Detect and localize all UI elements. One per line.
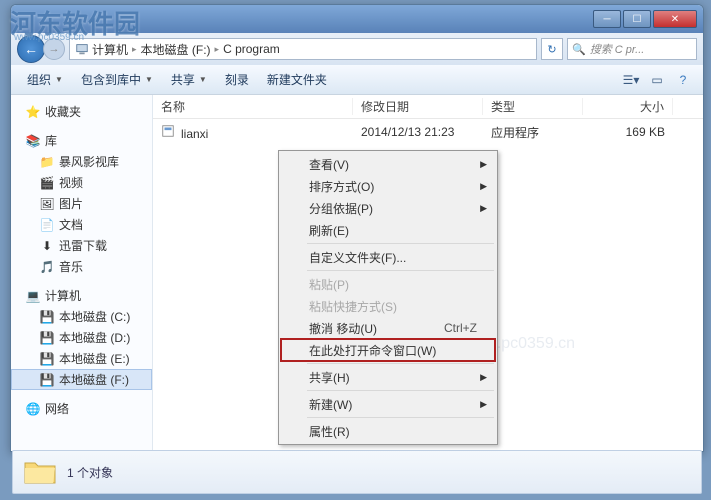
ctx-group[interactable]: 分组依据(P)▶ xyxy=(281,197,495,219)
document-icon: 📄 xyxy=(39,217,55,233)
drive-icon: 💾 xyxy=(39,351,55,367)
drive-icon: 💾 xyxy=(39,372,55,388)
sidebar-item-downloads[interactable]: ⬇迅雷下载 xyxy=(11,235,152,256)
ctx-undo[interactable]: 撤消 移动(U)Ctrl+Z xyxy=(281,317,495,339)
share-button[interactable]: 共享▼ xyxy=(163,69,215,90)
folder-icon: 📁 xyxy=(39,154,55,170)
nav-buttons: ← → xyxy=(17,35,65,63)
sidebar-item-videos[interactable]: 🎬视频 xyxy=(11,172,152,193)
star-icon: ⭐ xyxy=(25,104,41,120)
titlebar[interactable]: ─ ☐ ✕ xyxy=(11,5,703,33)
ctx-open-cmd-here[interactable]: 在此处打开命令窗口(W) xyxy=(281,339,495,361)
sidebar-item-video-lib[interactable]: 📁暴风影视库 xyxy=(11,151,152,172)
view-options-button[interactable]: ☰▾ xyxy=(619,69,643,91)
arrow-right-icon: ▶ xyxy=(480,372,487,383)
ctx-paste: 粘贴(P) xyxy=(281,273,495,295)
preview-pane-button[interactable]: ▭ xyxy=(645,69,669,91)
ctx-new[interactable]: 新建(W)▶ xyxy=(281,393,495,415)
ctx-customize[interactable]: 自定义文件夹(F)... xyxy=(281,246,495,268)
organize-button[interactable]: 组织▼ xyxy=(19,69,71,90)
file-name: lianxi xyxy=(181,127,208,141)
ctx-properties[interactable]: 属性(R) xyxy=(281,420,495,442)
sidebar-item-music[interactable]: 🎵音乐 xyxy=(11,256,152,277)
status-bar: 1 个对象 xyxy=(12,450,702,494)
ctx-separator xyxy=(307,417,494,418)
search-placeholder: 搜索 C pr... xyxy=(590,41,645,57)
sidebar-favorites[interactable]: ⭐收藏夹 xyxy=(11,101,152,122)
sidebar-libraries[interactable]: 📚库 xyxy=(11,130,152,151)
file-row[interactable]: lianxi 2014/12/13 21:23 应用程序 169 KB xyxy=(153,119,703,141)
computer-icon xyxy=(74,41,90,57)
folder-icon xyxy=(23,457,57,487)
col-date[interactable]: 修改日期 xyxy=(353,98,483,115)
col-name[interactable]: 名称 xyxy=(153,98,353,115)
crumb-computer[interactable]: 计算机 xyxy=(92,41,128,58)
drive-icon: 💾 xyxy=(39,309,55,325)
ctx-sort[interactable]: 排序方式(O)▶ xyxy=(281,175,495,197)
ctx-separator xyxy=(307,270,494,271)
arrow-right-icon: ▶ xyxy=(480,181,487,192)
forward-button[interactable]: → xyxy=(43,38,65,60)
ctx-separator xyxy=(307,390,494,391)
window-controls: ─ ☐ ✕ xyxy=(593,10,697,28)
minimize-button[interactable]: ─ xyxy=(593,10,621,28)
ctx-shortcut: Ctrl+Z xyxy=(444,321,477,335)
search-input[interactable]: 🔍 搜索 C pr... xyxy=(567,38,697,60)
column-header: 名称 修改日期 类型 大小 xyxy=(153,95,703,119)
picture-icon: 🖼 xyxy=(39,196,55,212)
maximize-button[interactable]: ☐ xyxy=(623,10,651,28)
context-menu: 查看(V)▶ 排序方式(O)▶ 分组依据(P)▶ 刷新(E) 自定义文件夹(F)… xyxy=(278,150,498,445)
ctx-share[interactable]: 共享(H)▶ xyxy=(281,366,495,388)
status-count: 1 个对象 xyxy=(67,464,113,481)
navigation-sidebar: ⭐收藏夹 📚库 📁暴风影视库 🎬视频 🖼图片 📄文档 ⬇迅雷下载 🎵音乐 💻计算… xyxy=(11,95,153,451)
ctx-separator xyxy=(307,243,494,244)
close-button[interactable]: ✕ xyxy=(653,10,697,28)
sidebar-drive-f[interactable]: 💾本地磁盘 (F:) xyxy=(11,369,152,390)
arrow-right-icon: ▶ xyxy=(480,399,487,410)
address-bar: ← → 计算机 ▸ 本地磁盘 (F:) ▸ C program ↻ 🔍 搜索 C… xyxy=(11,33,703,65)
crumb-drive[interactable]: 本地磁盘 (F:) xyxy=(141,41,211,58)
arrow-right-icon: ▶ xyxy=(480,203,487,214)
col-type[interactable]: 类型 xyxy=(483,98,583,115)
file-size: 169 KB xyxy=(583,125,673,139)
exe-icon xyxy=(161,124,177,140)
help-button[interactable]: ? xyxy=(671,69,695,91)
sidebar-computer[interactable]: 💻计算机 xyxy=(11,285,152,306)
sidebar-network[interactable]: 🌐网络 xyxy=(11,398,152,419)
new-folder-button[interactable]: 新建文件夹 xyxy=(259,69,335,90)
burn-button[interactable]: 刻录 xyxy=(217,69,257,90)
network-icon: 🌐 xyxy=(25,401,41,417)
computer-icon: 💻 xyxy=(25,288,41,304)
sidebar-item-documents[interactable]: 📄文档 xyxy=(11,214,152,235)
sidebar-item-pictures[interactable]: 🖼图片 xyxy=(11,193,152,214)
ctx-paste-shortcut: 粘贴快捷方式(S) xyxy=(281,295,495,317)
col-size[interactable]: 大小 xyxy=(583,98,673,115)
file-type: 应用程序 xyxy=(483,124,583,141)
library-icon: 📚 xyxy=(25,133,41,149)
include-library-button[interactable]: 包含到库中▼ xyxy=(73,69,161,90)
sidebar-drive-c[interactable]: 💾本地磁盘 (C:) xyxy=(11,306,152,327)
file-date: 2014/12/13 21:23 xyxy=(353,125,483,139)
search-icon: 🔍 xyxy=(572,43,586,56)
back-button[interactable]: ← xyxy=(17,35,45,63)
sidebar-drive-d[interactable]: 💾本地磁盘 (D:) xyxy=(11,327,152,348)
crumb-sep-icon: ▸ xyxy=(132,44,137,55)
refresh-button[interactable]: ↻ xyxy=(541,38,563,60)
crumb-folder[interactable]: C program xyxy=(223,42,280,56)
ctx-view[interactable]: 查看(V)▶ xyxy=(281,153,495,175)
breadcrumb[interactable]: 计算机 ▸ 本地磁盘 (F:) ▸ C program xyxy=(69,38,537,60)
chevron-down-icon: ▼ xyxy=(55,75,63,84)
chevron-down-icon: ▼ xyxy=(199,75,207,84)
chevron-down-icon: ▼ xyxy=(145,75,153,84)
crumb-sep-icon: ▸ xyxy=(215,44,220,55)
video-icon: 🎬 xyxy=(39,175,55,191)
sidebar-drive-e[interactable]: 💾本地磁盘 (E:) xyxy=(11,348,152,369)
drive-icon: 💾 xyxy=(39,330,55,346)
arrow-right-icon: ▶ xyxy=(480,159,487,170)
download-icon: ⬇ xyxy=(39,238,55,254)
music-icon: 🎵 xyxy=(39,259,55,275)
ctx-refresh[interactable]: 刷新(E) xyxy=(281,219,495,241)
ctx-separator xyxy=(307,363,494,364)
toolbar: 组织▼ 包含到库中▼ 共享▼ 刻录 新建文件夹 ☰▾ ▭ ? xyxy=(11,65,703,95)
